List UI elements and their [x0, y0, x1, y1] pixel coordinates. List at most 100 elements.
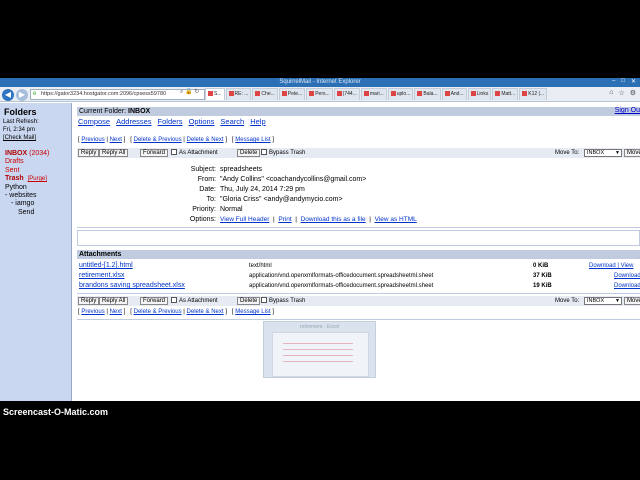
download-as-file-link[interactable]: Download this as a file: [301, 216, 366, 223]
move-button[interactable]: Move: [624, 149, 640, 157]
browser-tab[interactable]: RE: ...: [225, 88, 252, 100]
folder-item-python[interactable]: Python: [5, 184, 49, 192]
message-nav-bottom: [ Previous | Next ] [ Delete & Previous …: [78, 309, 274, 315]
browser-tab[interactable]: And...: [441, 88, 467, 100]
browser-tab[interactable]: Pete...: [278, 88, 306, 100]
purge-link[interactable]: [Purge]: [28, 176, 47, 182]
folder-item-iamgo[interactable]: - iamgo: [5, 200, 49, 208]
print-link[interactable]: Print: [278, 216, 291, 223]
attachment-name[interactable]: retirement.xlsx: [79, 271, 125, 281]
menu-compose[interactable]: Compose: [78, 117, 110, 126]
browser-tab[interactable]: Che...: [252, 88, 278, 100]
attachment-download-link[interactable]: Download | View: [589, 261, 633, 271]
delete-next-link[interactable]: Delete & Next: [187, 137, 224, 143]
minimize-icon[interactable]: –: [612, 78, 615, 87]
delete-button[interactable]: Delete: [237, 297, 261, 305]
browser-tab[interactable]: (744...: [333, 88, 360, 100]
browser-tab[interactable]: uplo...: [387, 88, 414, 100]
move-button[interactable]: Move: [624, 297, 640, 305]
attachments-divider: [77, 293, 640, 294]
inbox-label[interactable]: INBOX: [5, 150, 27, 157]
next-link[interactable]: Next: [110, 137, 122, 143]
home-icon[interactable]: ⌂: [609, 89, 613, 97]
reply-all-button[interactable]: Reply All: [99, 149, 129, 157]
move-to-select[interactable]: INBOX ▼: [584, 297, 622, 305]
tab-favicon-icon: [495, 91, 501, 97]
subject-label: Subject:: [190, 166, 216, 173]
as-attachment-checkbox[interactable]: As Attachment: [171, 149, 218, 157]
message-list-link[interactable]: Message List: [235, 309, 270, 315]
menu-folders[interactable]: Folders: [158, 117, 183, 126]
folder-item-trash[interactable]: Trash [Purge]: [5, 175, 49, 183]
previous-link[interactable]: Previous: [81, 137, 104, 143]
current-folder-bar: Current Folder: INBOX: [77, 107, 640, 116]
move-to-label: Move To:: [555, 150, 580, 156]
chevron-down-icon: ▼: [615, 298, 620, 304]
folder-item-send[interactable]: Send: [5, 209, 49, 217]
browser-tab[interactable]: Pers...: [306, 88, 333, 100]
next-link[interactable]: Next: [110, 309, 122, 315]
view-full-header-link[interactable]: View Full Header: [220, 216, 269, 223]
attachment-download-link[interactable]: Download: [614, 281, 640, 291]
site-icon: e: [33, 91, 37, 97]
menu-options[interactable]: Options: [189, 117, 215, 126]
bypass-trash-checkbox[interactable]: Bypass Trash: [261, 297, 305, 305]
move-to-select[interactable]: INBOX ▼: [584, 149, 622, 157]
folder-item-inbox[interactable]: INBOX (2034): [5, 150, 49, 158]
browser-tab[interactable]: Bala...: [414, 88, 441, 100]
browser-tab[interactable]: K12 |...: [519, 88, 547, 100]
previous-link[interactable]: Previous: [81, 309, 104, 315]
browser-tab[interactable]: S...: [205, 88, 225, 100]
menu-help[interactable]: Help: [250, 117, 265, 126]
trash-label[interactable]: Trash: [5, 175, 24, 182]
delete-previous-link[interactable]: Delete & Previous: [134, 309, 182, 315]
menu-addresses[interactable]: Addresses: [116, 117, 151, 126]
reply-button[interactable]: Reply: [78, 149, 100, 157]
gear-icon[interactable]: ⚙: [630, 89, 636, 97]
sign-out-link[interactable]: Sign Ou: [615, 107, 640, 114]
browser-tab[interactable]: Matt...: [492, 88, 519, 100]
back-arrow-icon[interactable]: ◀: [2, 89, 14, 101]
forward-button[interactable]: Forward: [140, 297, 169, 305]
subject-value: spreadsheets: [220, 166, 263, 173]
tab-favicon-icon: [309, 91, 315, 97]
close-icon[interactable]: ✕: [631, 78, 636, 87]
address-bar[interactable]: e https://gator3234.hostgator.com:2096/c…: [30, 89, 205, 100]
options-links: View Full Header | Print | Download this…: [220, 216, 417, 223]
delete-next-link[interactable]: Delete & Next: [187, 309, 224, 315]
attachment-download-link[interactable]: Download: [614, 271, 640, 281]
tab-label: uplo...: [396, 91, 411, 97]
tab-favicon-icon: [470, 91, 476, 97]
maximize-icon[interactable]: □: [621, 78, 625, 87]
check-mail-link[interactable]: [Check Mail]: [3, 135, 36, 141]
lock-icon[interactable]: 🔒: [185, 89, 192, 95]
delete-previous-link[interactable]: Delete & Previous: [134, 137, 182, 143]
message-nav-top: [ Previous | Next ] [ Delete & Previous …: [78, 137, 274, 143]
as-attachment-label: As Attachment: [179, 298, 218, 304]
reply-all-button[interactable]: Reply All: [99, 297, 129, 305]
delete-button[interactable]: Delete: [237, 149, 261, 157]
browser-tab[interactable]: Links: [467, 88, 492, 100]
folder-item-sent[interactable]: Sent: [5, 167, 49, 175]
excel-thumbnail-preview[interactable]: retirement - Excel: [263, 321, 376, 378]
footer-divider: [77, 319, 640, 320]
view-as-html-link[interactable]: View as HTML: [375, 216, 417, 223]
bypass-trash-checkbox[interactable]: Bypass Trash: [261, 149, 305, 157]
attachment-name[interactable]: untitled-[1.2].html: [79, 261, 133, 271]
priority-row: Priority:: [76, 205, 216, 215]
menu-search[interactable]: Search: [220, 117, 244, 126]
forward-button[interactable]: Forward: [140, 149, 169, 157]
folder-item-drafts[interactable]: Drafts: [5, 158, 49, 166]
browser-tab[interactable]: mari...: [360, 88, 387, 100]
forward-arrow-icon[interactable]: ▶: [16, 89, 28, 101]
folder-list: INBOX (2034) Drafts Sent Trash [Purge] P…: [5, 150, 49, 217]
refresh-icon[interactable]: ↻: [194, 89, 199, 95]
search-icon[interactable]: ⌕: [180, 89, 183, 95]
favorites-star-icon[interactable]: ☆: [618, 89, 624, 97]
reply-button[interactable]: Reply: [78, 297, 100, 305]
attachment-name[interactable]: brandons saving spreadsheet.xlsx: [79, 281, 185, 291]
message-list-link[interactable]: Message List: [235, 137, 270, 143]
as-attachment-checkbox[interactable]: As Attachment: [171, 297, 218, 305]
folder-item-websites[interactable]: - websites: [5, 192, 49, 200]
subject-row: Subject:: [76, 165, 216, 175]
